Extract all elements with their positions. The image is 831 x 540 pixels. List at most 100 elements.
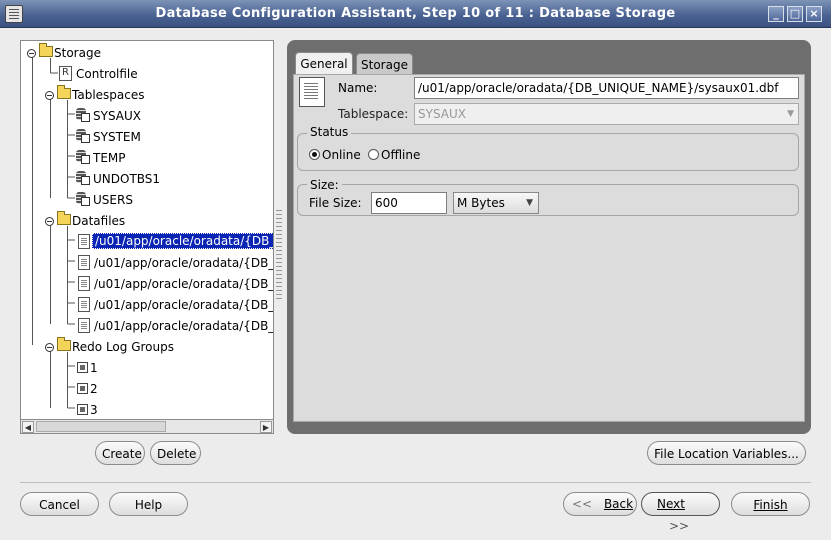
file-location-variables-button[interactable]: File Location Variables... [647, 441, 806, 465]
redo-log-icon [77, 383, 88, 394]
tree-node-tablespace[interactable]: SYSAUX [21, 106, 273, 126]
tree-label-tablespaces: Tablespaces [72, 88, 145, 102]
tablespace-label: SYSAUX [93, 109, 141, 123]
online-radio[interactable] [309, 149, 320, 160]
size-group-label: Size: [307, 178, 342, 192]
datafile-icon [78, 234, 90, 249]
chevron-down-icon: ▼ [526, 198, 533, 208]
redo-group-label: 1 [90, 361, 98, 375]
tree-node-datafiles[interactable]: Datafiles [21, 211, 273, 231]
title-bar: Database Configuration Assistant, Step 1… [0, 0, 831, 28]
datafile-label: /u01/app/oracle/oradata/{DB_ [92, 233, 273, 249]
collapse-toggle-icon[interactable] [27, 49, 36, 58]
window-title: Database Configuration Assistant, Step 1… [155, 6, 676, 21]
tree-node-controlfile[interactable]: Controlfile [21, 64, 273, 84]
cancel-button[interactable]: Cancel [20, 492, 99, 516]
redo-group-label: 2 [90, 382, 98, 396]
tree-node-datafile-selected[interactable]: /u01/app/oracle/oradata/{DB_ [21, 232, 273, 252]
status-group-label: Status [307, 125, 352, 139]
offline-label[interactable]: Offline [381, 148, 420, 162]
datafile-icon [78, 276, 90, 291]
tree-node-redo-log-groups[interactable]: Redo Log Groups [21, 337, 273, 357]
close-button[interactable]: × [806, 6, 822, 22]
controlfile-icon [59, 66, 72, 81]
tablespace-icon [76, 171, 90, 185]
scroll-left-icon[interactable]: ◀ [22, 421, 34, 433]
storage-tree[interactable]: Storage Controlfile Tablespaces SYSAUX S… [20, 40, 274, 434]
collapse-toggle-icon[interactable] [45, 91, 54, 100]
finish-button[interactable]: Finish [731, 492, 810, 516]
tree-node-tablespaces[interactable]: Tablespaces [21, 85, 273, 105]
collapse-toggle-icon[interactable] [45, 217, 54, 226]
general-tab-body [293, 74, 805, 422]
tree-node-redo-group[interactable]: 2 [21, 379, 273, 399]
chevron-down-icon: ▼ [787, 109, 794, 119]
datafile-icon [78, 297, 90, 312]
tablespace-icon [76, 108, 90, 122]
size-unit-value: M Bytes [457, 196, 505, 210]
tablespace-select[interactable]: SYSAUX ▼ [414, 103, 799, 125]
maximize-button[interactable]: □ [787, 6, 803, 22]
tree-node-datafile[interactable]: /u01/app/oracle/oradata/{DB_ [21, 316, 274, 336]
footer-separator [20, 482, 811, 483]
tree-node-redo-group[interactable]: 3 [21, 400, 273, 420]
scrollbar-thumb[interactable] [36, 421, 166, 432]
folder-icon [39, 43, 53, 57]
redo-log-icon [77, 362, 88, 373]
tablespace-icon [76, 192, 90, 206]
scroll-right-icon[interactable]: ▶ [260, 421, 272, 433]
redo-log-icon [77, 404, 88, 415]
file-size-input[interactable]: 600 [371, 192, 447, 214]
help-button[interactable]: Help [109, 492, 188, 516]
next-arrow-icon: >> [669, 519, 690, 533]
next-label: Next [657, 497, 685, 511]
tree-node-tablespace[interactable]: UNDOTBS1 [21, 169, 273, 189]
tree-node-tablespace[interactable]: SYSTEM [21, 127, 273, 147]
datafile-icon [78, 255, 90, 270]
tablespace-label: Tablespace: [338, 107, 409, 121]
tree-label-datafiles: Datafiles [72, 214, 126, 228]
datafile-label: /u01/app/oracle/oradata/{DB_ [94, 319, 274, 333]
tree-node-storage[interactable]: Storage [21, 43, 273, 63]
folder-icon [57, 85, 71, 99]
tree-node-datafile[interactable]: /u01/app/oracle/oradata/{DB_ [21, 295, 273, 315]
tree-label-redo: Redo Log Groups [72, 340, 174, 354]
size-unit-select[interactable]: M Bytes ▼ [453, 192, 539, 214]
next-button[interactable]: Next >> [641, 492, 720, 533]
back-button[interactable]: << Back [563, 492, 637, 516]
tablespace-label: UNDOTBS1 [93, 172, 161, 186]
offline-radio[interactable] [368, 149, 379, 160]
tab-storage[interactable]: Storage [356, 53, 413, 75]
datafile-large-icon [299, 77, 325, 107]
datafile-icon [78, 318, 90, 333]
tablespace-icon [76, 150, 90, 164]
datafile-label: /u01/app/oracle/oradata/{DB_ [94, 256, 274, 270]
folder-icon [57, 337, 71, 351]
collapse-toggle-icon[interactable] [45, 343, 54, 352]
redo-group-label: 3 [90, 403, 98, 417]
delete-button[interactable]: Delete [150, 441, 201, 465]
tree-node-tablespace[interactable]: USERS [21, 190, 273, 210]
online-label[interactable]: Online [322, 148, 361, 162]
create-button[interactable]: Create [95, 441, 145, 465]
tab-general[interactable]: General [295, 52, 353, 76]
tree-node-datafile[interactable]: /u01/app/oracle/oradata/{DB_ [21, 274, 274, 294]
back-arrow-icon: << [572, 497, 593, 511]
panel-splitter-handle[interactable] [276, 210, 282, 300]
finish-label: Finish [753, 498, 788, 512]
tree-label-storage: Storage [54, 46, 101, 60]
tablespace-label: TEMP [93, 151, 126, 165]
file-size-label: File Size: [309, 196, 362, 210]
minimize-button[interactable]: _ [768, 6, 784, 22]
tablespace-label: USERS [93, 193, 133, 207]
tree-node-redo-group[interactable]: 1 [21, 358, 273, 378]
datafile-label: /u01/app/oracle/oradata/{DB_ [94, 277, 274, 291]
folder-icon [57, 211, 71, 225]
name-label: Name: [338, 81, 378, 95]
tree-node-tablespace[interactable]: TEMP [21, 148, 273, 168]
back-label: Back [603, 497, 634, 511]
tree-horizontal-scrollbar[interactable]: ◀ ▶ [20, 419, 274, 434]
tree-node-datafile[interactable]: /u01/app/oracle/oradata/{DB_ [21, 253, 274, 273]
name-field[interactable]: /u01/app/oracle/oradata/{DB_UNIQUE_NAME}… [414, 77, 799, 99]
tablespace-value: SYSAUX [418, 107, 466, 121]
